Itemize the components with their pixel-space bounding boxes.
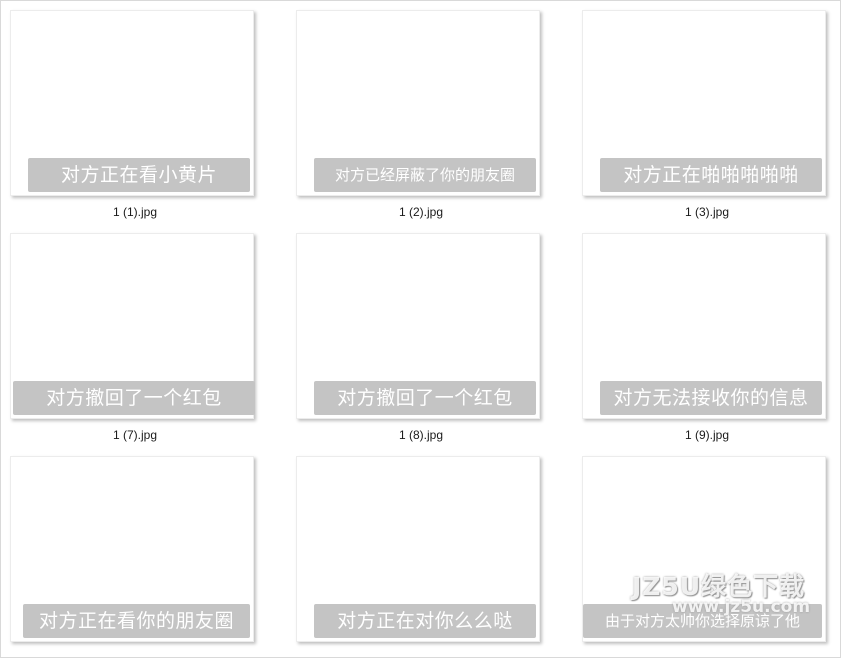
thumbnail-caption: 对方正在看你的朋友圈 [23,604,250,638]
file-name-label[interactable]: 1 (3).jpg [585,205,829,219]
file-name-label[interactable]: 1 (8).jpg [299,428,543,442]
file-name-label[interactable]: 1 (9).jpg [585,428,829,442]
thumbnail-caption: 对方已经屏蔽了你的朋友圈 [314,158,536,192]
image-thumbnail[interactable]: 对方已经屏蔽了你的朋友圈 [296,10,540,196]
file-name-label[interactable]: 1 (7).jpg [13,428,257,442]
image-thumbnail[interactable]: 对方无法接收你的信息 [582,233,826,419]
thumbnail-caption: 对方正在看小黄片 [28,158,250,192]
image-grid-view: 对方正在看小黄片 1 (1).jpg 对方已经屏蔽了你的朋友圈 1 (2).jp… [0,0,841,658]
image-thumbnail[interactable]: 对方撤回了一个红包 [296,233,540,419]
image-thumbnail[interactable]: 对方正在对你么么哒 [296,456,540,642]
thumbnail-caption: 对方撤回了一个红包 [13,381,255,415]
thumbnail-caption: 对方正在对你么么哒 [314,604,536,638]
thumbnail-caption: 对方正在啪啪啪啪啪 [600,158,822,192]
thumbnail-caption: 由于对方太帅你选择原谅了他 [583,604,822,638]
image-thumbnail[interactable]: 对方撤回了一个红包 [10,233,255,419]
thumbnail-caption: 对方无法接收你的信息 [600,381,822,415]
image-thumbnail[interactable]: 对方正在看你的朋友圈 [10,456,254,642]
image-thumbnail[interactable]: 对方正在啪啪啪啪啪 [582,10,826,196]
thumbnail-caption: 对方撤回了一个红包 [314,381,536,415]
file-name-label[interactable]: 1 (1).jpg [13,205,257,219]
image-thumbnail[interactable]: 对方正在看小黄片 [10,10,254,196]
file-name-label[interactable]: 1 (2).jpg [299,205,543,219]
image-thumbnail[interactable]: 由于对方太帅你选择原谅了他 [582,456,826,642]
